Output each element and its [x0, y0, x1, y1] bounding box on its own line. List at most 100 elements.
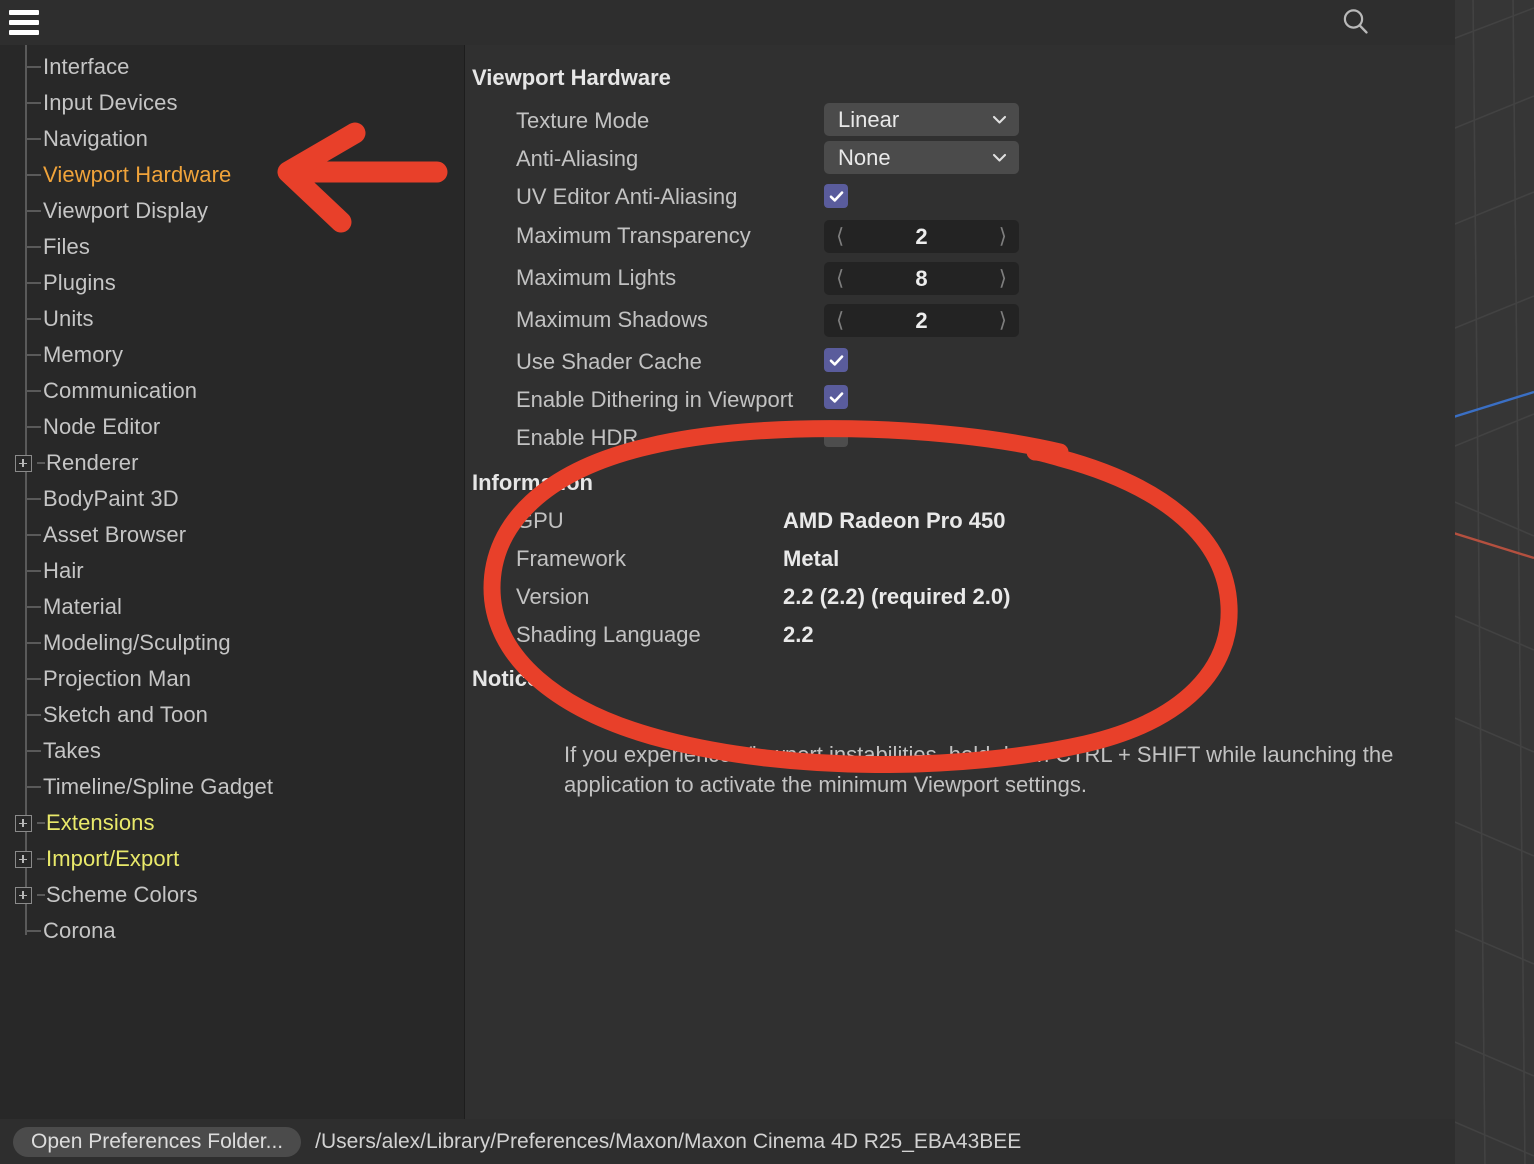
settings-panel: Viewport Hardware Texture Mode Linear An… [465, 45, 1455, 1119]
tree-elbow-icon [25, 354, 41, 356]
maximum-lights-stepper[interactable]: ⟨ 8 ⟩ [824, 262, 1019, 295]
property-label: UV Editor Anti-Aliasing [516, 184, 738, 209]
sidebar-item-units[interactable]: Units [0, 301, 464, 337]
sidebar-item-label: Units [43, 306, 94, 331]
stepper-decrement-icon[interactable]: ⟨ [836, 268, 844, 289]
bottom-bar: Open Preferences Folder... /Users/alex/L… [0, 1119, 1455, 1164]
sidebar-item-sketch-and-toon[interactable]: Sketch and Toon [0, 697, 464, 733]
tree-elbow-icon [25, 498, 41, 500]
tree-elbow-icon [25, 282, 41, 284]
open-preferences-folder-button[interactable]: Open Preferences Folder... [13, 1126, 302, 1157]
sidebar-item-extensions[interactable]: Extensions [0, 805, 464, 841]
info-row-shading-language: Shading Language 2.2 [516, 616, 814, 654]
info-key: Framework [516, 546, 627, 571]
tree-elbow-icon [37, 462, 45, 464]
info-key: GPU [516, 508, 564, 533]
preferences-tree: Interface Input Devices Navigation Viewp… [0, 45, 464, 949]
tree-elbow-icon [25, 606, 41, 608]
sidebar-item-label: Material [43, 594, 123, 619]
preferences-window: Interface Input Devices Navigation Viewp… [0, 0, 1455, 1164]
sidebar-item-takes[interactable]: Takes [0, 733, 464, 769]
sidebar-item-node-editor[interactable]: Node Editor [0, 409, 464, 445]
sidebar-item-label: Modeling/Sculpting [43, 630, 231, 655]
sidebar-item-files[interactable]: Files [0, 229, 464, 265]
hamburger-icon[interactable] [9, 7, 39, 37]
uv-editor-anti-aliasing-checkbox[interactable] [824, 184, 848, 208]
section-title-information: Information [472, 470, 593, 495]
sidebar-item-memory[interactable]: Memory [0, 337, 464, 373]
info-row-version: Version 2.2 (2.2) (required 2.0) [516, 578, 1010, 616]
sidebar-item-label: Interface [43, 54, 130, 79]
tree-elbow-icon [25, 102, 41, 104]
enable-dithering-checkbox[interactable] [824, 385, 848, 409]
use-shader-cache-checkbox[interactable] [824, 348, 848, 372]
tree-elbow-icon [25, 138, 41, 140]
section-title-viewport-hardware: Viewport Hardware [472, 65, 671, 90]
sidebar-item-communication[interactable]: Communication [0, 373, 464, 409]
maximum-transparency-stepper[interactable]: ⟨ 2 ⟩ [824, 220, 1019, 253]
notice-text: If you experience Viewport instabilities… [564, 742, 1394, 797]
stepper-increment-icon[interactable]: ⟩ [999, 268, 1007, 289]
property-label: Use Shader Cache [516, 349, 702, 374]
expand-plus-icon[interactable] [15, 455, 32, 472]
expand-plus-icon[interactable] [15, 851, 32, 868]
search-icon[interactable] [1339, 5, 1373, 39]
stepper-decrement-icon[interactable]: ⟨ [836, 226, 844, 247]
stepper-increment-icon[interactable]: ⟩ [999, 226, 1007, 247]
expand-plus-icon[interactable] [15, 815, 32, 832]
preferences-sidebar[interactable]: Interface Input Devices Navigation Viewp… [0, 45, 464, 1119]
tree-elbow-icon [25, 318, 41, 320]
tree-elbow-icon [25, 66, 41, 68]
sidebar-item-interface[interactable]: Interface [0, 49, 464, 85]
sidebar-item-label: Asset Browser [43, 522, 187, 547]
sidebar-item-label: Projection Man [43, 666, 192, 691]
sidebar-item-plugins[interactable]: Plugins [0, 265, 464, 301]
sidebar-item-label: Viewport Display [43, 198, 209, 223]
sidebar-item-viewport-hardware[interactable]: Viewport Hardware [0, 157, 464, 193]
sidebar-item-modeling-sculpting[interactable]: Modeling/Sculpting [0, 625, 464, 661]
tree-elbow-icon [25, 426, 41, 428]
texture-mode-dropdown[interactable]: Linear [824, 103, 1019, 136]
maximum-transparency-value: 2 [915, 223, 928, 249]
chevron-down-icon [992, 153, 1007, 162]
stepper-decrement-icon[interactable]: ⟨ [836, 310, 844, 331]
sidebar-item-hair[interactable]: Hair [0, 553, 464, 589]
sidebar-item-label: Node Editor [43, 414, 161, 439]
maximum-shadows-stepper[interactable]: ⟨ 2 ⟩ [824, 304, 1019, 337]
tree-elbow-icon [25, 750, 41, 752]
sidebar-item-scheme-colors[interactable]: Scheme Colors [0, 877, 464, 913]
enable-hdr-checkbox[interactable] [824, 423, 848, 447]
expand-plus-icon[interactable] [15, 887, 32, 904]
property-label: Maximum Lights [516, 265, 677, 290]
sidebar-item-bodypaint-3d[interactable]: BodyPaint 3D [0, 481, 464, 517]
sidebar-item-label: Communication [43, 378, 198, 403]
sidebar-item-label: Navigation [43, 126, 148, 151]
sidebar-item-label: Hair [43, 558, 84, 583]
sidebar-item-corona[interactable]: Corona [0, 913, 464, 949]
sidebar-item-label: Sketch and Toon [43, 702, 208, 727]
sidebar-item-timeline-spline-gadget[interactable]: Timeline/Spline Gadget [0, 769, 464, 805]
sidebar-item-material[interactable]: Material [0, 589, 464, 625]
sidebar-item-label: Memory [43, 342, 124, 367]
checkmark-icon [829, 190, 843, 202]
sidebar-item-projection-man[interactable]: Projection Man [0, 661, 464, 697]
sidebar-item-renderer[interactable]: Renderer [0, 445, 464, 481]
maximum-shadows-value: 2 [915, 307, 928, 333]
sidebar-item-label: Extensions [46, 810, 155, 835]
property-label: Enable Dithering in Viewport [516, 387, 794, 412]
sidebar-item-viewport-display[interactable]: Viewport Display [0, 193, 464, 229]
sidebar-item-import-export[interactable]: Import/Export [0, 841, 464, 877]
info-key: Version [516, 584, 590, 609]
tree-elbow-icon [25, 570, 41, 572]
property-label: Enable HDR [516, 425, 639, 450]
property-label: Maximum Shadows [516, 307, 708, 332]
sidebar-item-asset-browser[interactable]: Asset Browser [0, 517, 464, 553]
tree-elbow-icon [25, 534, 41, 536]
sidebar-item-navigation[interactable]: Navigation [0, 121, 464, 157]
property-row-anti-aliasing: Anti-Aliasing [516, 141, 638, 177]
sidebar-item-label: Input Devices [43, 90, 178, 115]
anti-aliasing-dropdown[interactable]: None [824, 141, 1019, 174]
stepper-increment-icon[interactable]: ⟩ [999, 310, 1007, 331]
sidebar-item-label: Plugins [43, 270, 116, 295]
sidebar-item-input-devices[interactable]: Input Devices [0, 85, 464, 121]
